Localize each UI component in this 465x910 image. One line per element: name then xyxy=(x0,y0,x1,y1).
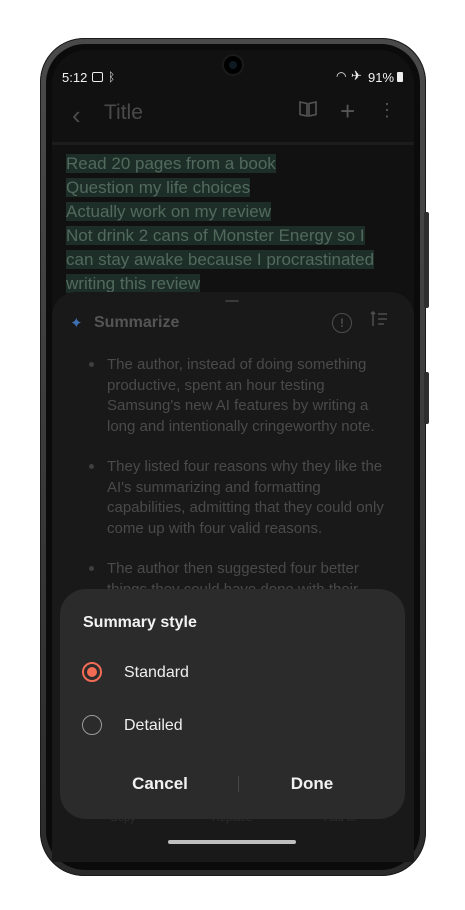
cancel-button[interactable]: Cancel xyxy=(108,770,212,798)
note-line: Not drink 2 cans of Monster Energy so I xyxy=(66,226,365,245)
done-button[interactable]: Done xyxy=(260,770,364,798)
wifi-icon: ◠ xyxy=(336,69,347,83)
book-icon[interactable] xyxy=(298,100,318,124)
battery-percent: 91% xyxy=(368,70,395,85)
note-title[interactable]: Title xyxy=(104,101,143,125)
status-time: 5:12 xyxy=(62,70,88,85)
bullet-dot xyxy=(89,566,94,571)
note-line: writing this review xyxy=(66,274,201,293)
dialog-title: Summary style xyxy=(83,614,197,631)
note-line: Read 20 pages from a book xyxy=(66,154,276,173)
airplane-icon: ✈ xyxy=(351,68,362,83)
button-divider xyxy=(238,776,239,792)
summary-bullet: They listed four reasons why they like t… xyxy=(107,458,384,537)
detailed-option-label[interactable]: Detailed xyxy=(124,717,183,735)
camera-lens xyxy=(229,61,237,69)
standard-option-label[interactable]: Standard xyxy=(124,664,189,682)
plus-icon[interactable]: + xyxy=(340,96,355,127)
battery-icon xyxy=(397,72,403,82)
sheet-handle[interactable] xyxy=(225,300,239,302)
power-button xyxy=(424,372,429,424)
detailed-radio[interactable] xyxy=(82,715,102,735)
sparkle-icon: ✦ xyxy=(70,315,83,332)
summarize-title: Summarize xyxy=(94,314,180,331)
more-icon[interactable]: ⋮ xyxy=(378,100,396,121)
home-indicator[interactable] xyxy=(168,840,296,844)
note-line: Question my life choices xyxy=(66,178,251,197)
standard-radio-dot xyxy=(87,667,97,677)
format-icon[interactable] xyxy=(370,310,388,332)
volume-button xyxy=(424,212,429,308)
bluetooth-icon: ᛒ xyxy=(108,70,116,84)
bullet-dot xyxy=(89,464,94,469)
info-icon[interactable]: ! xyxy=(332,313,352,333)
note-line: Actually work on my review xyxy=(66,202,272,221)
toolbar-divider xyxy=(52,142,414,145)
summary-bullet: The author, instead of doing something p… xyxy=(107,356,375,435)
back-icon[interactable]: ‹ xyxy=(72,100,81,131)
image-icon xyxy=(92,72,103,82)
bullet-dot xyxy=(89,362,94,367)
note-line: can stay awake because I procrastinated xyxy=(66,250,375,269)
